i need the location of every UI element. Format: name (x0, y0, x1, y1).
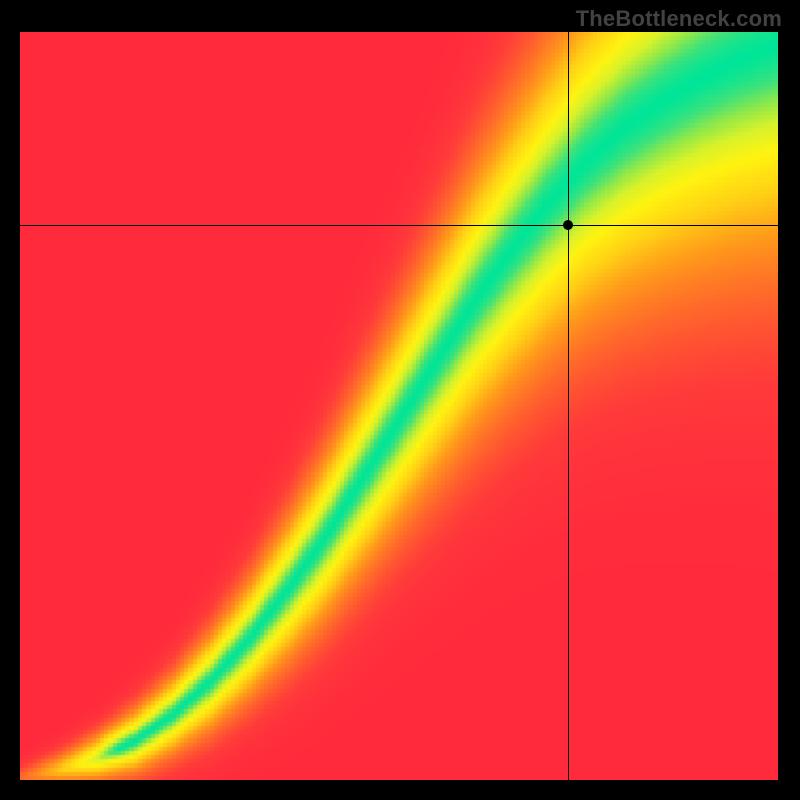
crosshair-horizontal (20, 225, 778, 226)
crosshair-point (563, 220, 573, 230)
watermark-text: TheBottleneck.com (576, 6, 782, 32)
heatmap-plot (20, 32, 778, 780)
crosshair-vertical (568, 32, 569, 780)
heatmap-canvas (20, 32, 778, 780)
chart-frame: TheBottleneck.com (0, 0, 800, 800)
